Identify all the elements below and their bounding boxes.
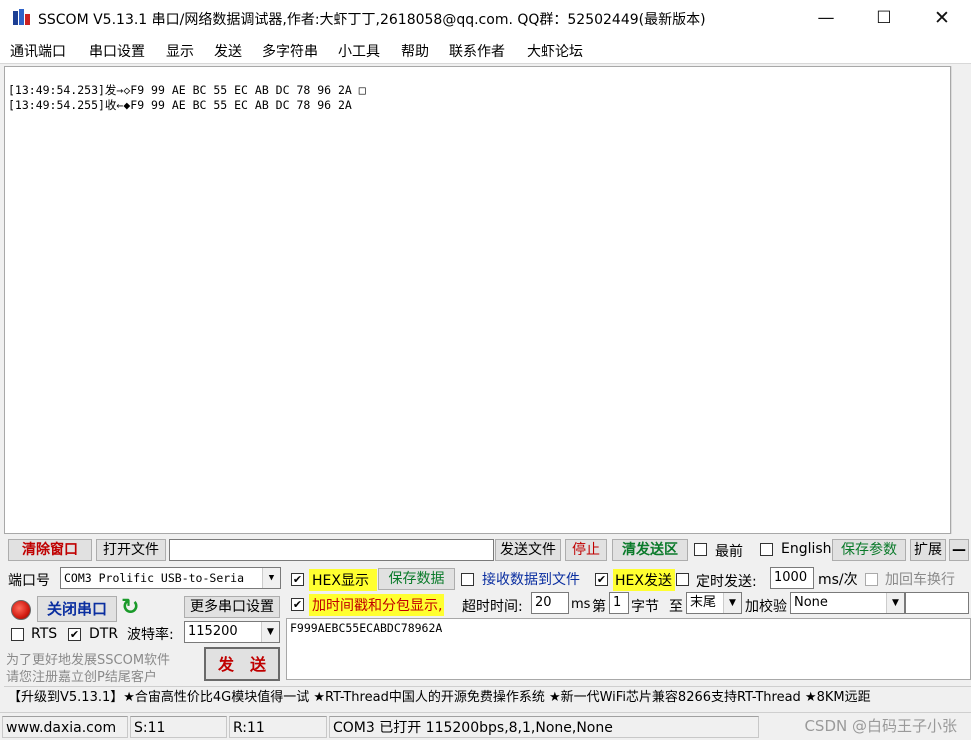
- collapse-button[interactable]: —: [949, 539, 969, 561]
- baud-select-value: 115200: [188, 624, 238, 639]
- add-timestamp-label: 加时间戳和分包显示,: [309, 594, 445, 616]
- checksum-select-value: None: [794, 595, 828, 610]
- status-sent-count: S:11: [130, 716, 227, 738]
- menu-comm-port[interactable]: 通讯端口: [10, 41, 66, 61]
- interval-input[interactable]: 1000: [770, 567, 814, 589]
- dtr-label: DTR: [89, 626, 119, 642]
- english-checkbox[interactable]: [760, 543, 773, 556]
- menu-tools[interactable]: 小工具: [338, 41, 380, 61]
- send-textarea[interactable]: F999AEBC55ECABDC78962A: [286, 618, 971, 680]
- checksum-label: 加校验: [745, 599, 787, 615]
- menu-help[interactable]: 帮助: [401, 41, 429, 61]
- menu-send[interactable]: 发送: [214, 41, 242, 61]
- end-select[interactable]: 末尾 ▼: [686, 592, 742, 614]
- menu-forum[interactable]: 大虾论坛: [527, 41, 583, 61]
- status-port-info: COM3 已打开 115200bps,8,1,None,None: [329, 716, 759, 738]
- add-crlf-label: 加回车换行: [885, 572, 955, 588]
- more-port-settings-button[interactable]: 更多串口设置: [184, 596, 280, 618]
- receive-area[interactable]: [13:49:54.253]发→◇F9 99 AE BC 55 EC AB DC…: [4, 66, 951, 534]
- timeout-label: 超时时间:: [462, 599, 523, 615]
- hex-display-checkbox[interactable]: ✔: [291, 573, 304, 586]
- nth-input[interactable]: 1: [609, 592, 629, 614]
- end-select-value: 末尾: [690, 595, 717, 610]
- hex-send-label: HEX发送: [613, 569, 675, 591]
- menu-bar: 通讯端口 串口设置 显示 发送 多字符串 小工具 帮助 联系作者 大虾论坛: [0, 36, 971, 64]
- port-select[interactable]: COM3 Prolific USB-to-Seria ▼: [60, 567, 281, 589]
- promo-line-2: 请您注册嘉立创P结尾客户: [6, 670, 157, 685]
- clear-window-button[interactable]: 清除窗口: [8, 539, 92, 561]
- open-file-button[interactable]: 打开文件: [96, 539, 166, 561]
- minimize-button[interactable]: —: [803, 0, 849, 36]
- topmost-checkbox[interactable]: [694, 543, 707, 556]
- menu-multi-string[interactable]: 多字符串: [262, 41, 318, 61]
- add-timestamp-checkbox[interactable]: ✔: [291, 598, 304, 611]
- nth-label: 第: [592, 599, 606, 615]
- chevron-down-icon: ▼: [262, 568, 280, 588]
- menu-serial-settings[interactable]: 串口设置: [89, 41, 145, 61]
- timed-send-label: 定时发送:: [696, 574, 757, 590]
- watermark: CSDN @白码王子小张: [804, 717, 957, 735]
- port-label: 端口号: [8, 573, 50, 589]
- timeout-unit: ms: [571, 597, 591, 612]
- expand-button[interactable]: 扩展: [910, 539, 946, 561]
- add-crlf-checkbox[interactable]: [865, 573, 878, 586]
- to-label: 至: [669, 599, 683, 615]
- chevron-down-icon: ▼: [886, 593, 904, 613]
- checksum-extra-field[interactable]: [905, 592, 969, 614]
- stop-button[interactable]: 停止: [565, 539, 607, 561]
- maximize-button[interactable]: ☐: [861, 0, 907, 36]
- rts-label: RTS: [31, 626, 58, 642]
- close-port-button[interactable]: 关闭串口: [37, 596, 117, 622]
- save-data-button[interactable]: 保存数据: [378, 568, 455, 590]
- save-params-button[interactable]: 保存参数: [832, 539, 906, 561]
- news-ticker[interactable]: 【升级到V5.13.1】★合宙高性价比4G模块值得一试 ★RT-Thread中国…: [4, 686, 971, 710]
- refresh-icon[interactable]: ↻: [121, 596, 145, 620]
- clear-send-button[interactable]: 清发送区: [612, 539, 688, 561]
- receive-line: [13:49:54.253]发→◇F9 99 AE BC 55 EC AB DC…: [8, 83, 366, 97]
- interval-unit: ms/次: [818, 572, 858, 588]
- hex-send-checkbox[interactable]: ✔: [595, 573, 608, 586]
- timed-send-checkbox[interactable]: [676, 573, 689, 586]
- port-select-value: COM3 Prolific USB-to-Seria: [64, 571, 245, 585]
- baud-select[interactable]: 115200 ▼: [184, 621, 280, 643]
- dtr-checkbox[interactable]: ✔: [68, 628, 81, 641]
- checksum-select[interactable]: None ▼: [790, 592, 905, 614]
- hex-display-label: HEX显示: [309, 569, 377, 591]
- status-website[interactable]: www.daxia.com: [2, 716, 128, 738]
- byte-label: 字节: [631, 599, 659, 615]
- chevron-down-icon: ▼: [261, 622, 279, 642]
- recv-to-file-checkbox[interactable]: [461, 573, 474, 586]
- close-button[interactable]: ✕: [919, 0, 965, 36]
- timeout-input[interactable]: 20: [531, 592, 569, 614]
- topmost-label: 最前: [715, 544, 743, 560]
- port-status-icon: [11, 600, 31, 620]
- recv-to-file-label: 接收数据到文件: [482, 572, 580, 588]
- window-title: SSCOM V5.13.1 串口/网络数据调试器,作者:大虾丁丁,2618058…: [38, 12, 706, 28]
- menu-contact-author[interactable]: 联系作者: [449, 41, 505, 61]
- title-bar: SSCOM V5.13.1 串口/网络数据调试器,作者:大虾丁丁,2618058…: [0, 0, 971, 36]
- app-icon: [12, 9, 32, 27]
- menu-display[interactable]: 显示: [166, 41, 194, 61]
- status-received-count: R:11: [229, 716, 327, 738]
- chevron-down-icon: ▼: [723, 593, 741, 613]
- send-file-button[interactable]: 发送文件: [495, 539, 561, 561]
- send-button[interactable]: 发 送: [204, 647, 280, 681]
- baud-label: 波特率:: [127, 627, 174, 643]
- receive-line: [13:49:54.255]收←◆F9 99 AE BC 55 EC AB DC…: [8, 98, 352, 112]
- receive-scrollbar[interactable]: [951, 66, 971, 534]
- file-path-input[interactable]: [169, 539, 494, 561]
- rts-checkbox[interactable]: [11, 628, 24, 641]
- english-label: English: [781, 541, 832, 557]
